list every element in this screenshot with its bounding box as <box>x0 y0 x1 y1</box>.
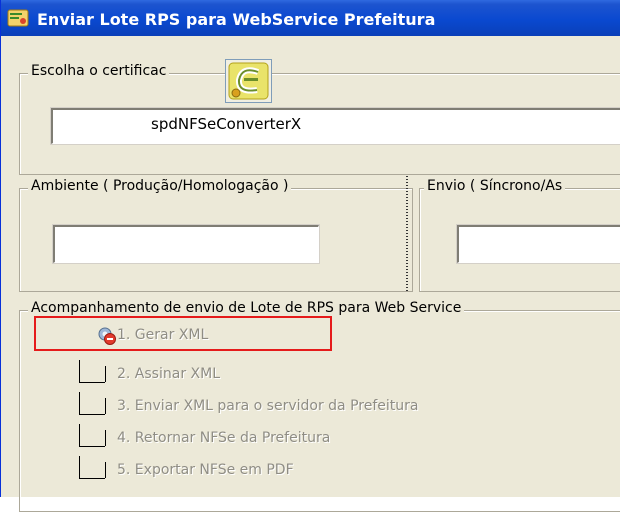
envio-field[interactable] <box>456 224 620 264</box>
certificate-legend: Escolha o certificac <box>28 63 170 79</box>
tree-connector <box>105 462 106 478</box>
step-exportar-pdf: 5. Exportar NFSe em PDF <box>117 462 294 478</box>
envio-legend: Envio ( Síncrono/As <box>424 178 566 194</box>
tree-connector <box>105 366 106 382</box>
highlight-box <box>34 316 332 351</box>
tree-connector <box>79 382 105 383</box>
step-enviar-xml: 3. Enviar XML para o servidor da Prefeit… <box>117 398 419 414</box>
tree-connector <box>79 446 105 447</box>
step-assinar-xml: 2. Assinar XML <box>117 366 220 382</box>
tree-connector <box>79 360 80 382</box>
ambiente-field[interactable] <box>52 224 320 264</box>
certificate-badge-icon <box>228 62 269 100</box>
tree-connector <box>79 456 80 478</box>
tree-connector <box>79 392 80 414</box>
tree-connector <box>79 414 105 415</box>
group-splitter[interactable] <box>406 176 414 292</box>
ambiente-legend: Ambiente ( Produção/Homologação ) <box>28 178 292 194</box>
certificate-app-icon <box>7 7 29 29</box>
certificate-field[interactable]: spdNFSeConverterX <box>50 107 620 145</box>
title-bar[interactable]: Enviar Lote RPS para WebService Prefeitu… <box>1 0 620 36</box>
tracking-legend: Acompanhamento de envio de Lote de RPS p… <box>28 300 465 316</box>
step-retornar-nfse: 4. Retornar NFSe da Prefeitura <box>117 430 331 446</box>
dialog-window: Enviar Lote RPS para WebService Prefeitu… <box>0 0 620 512</box>
tree-connector <box>105 430 106 446</box>
window-title: Enviar Lote RPS para WebService Prefeitu… <box>37 9 436 29</box>
tree-connector <box>79 478 105 479</box>
tree-connector <box>79 424 80 446</box>
certificate-value: spdNFSeConverterX <box>151 115 302 133</box>
tree-connector <box>105 398 106 414</box>
certificate-badge-button[interactable] <box>225 59 272 103</box>
